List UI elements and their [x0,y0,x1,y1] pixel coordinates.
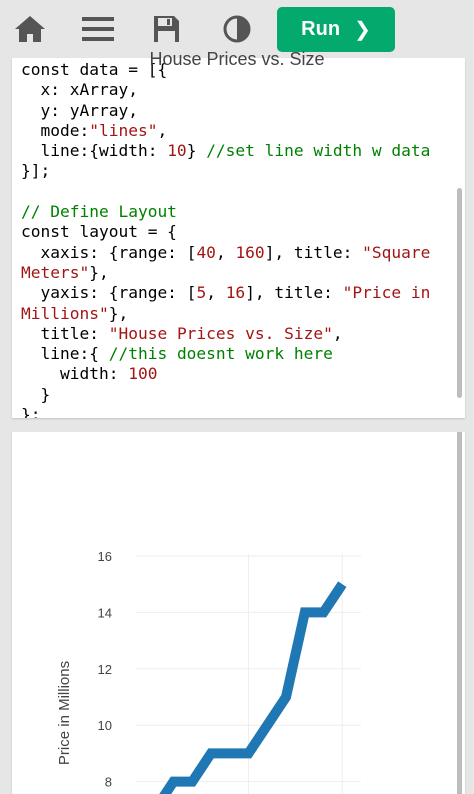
y-tick-label: 10 [98,718,112,733]
y-axis-title: Price in Millions [56,661,73,765]
code-text[interactable]: const data = [{ x: xArray, y: yArray, mo… [21,60,430,418]
home-icon[interactable] [10,9,50,49]
chevron-right-icon: ❯ [354,19,371,41]
result-scrollbar[interactable] [457,432,462,794]
run-button[interactable]: Run ❯ [277,7,395,52]
y-tick-label: 8 [105,775,112,790]
menu-icon[interactable] [78,9,118,49]
y-tick-label: 12 [98,662,112,677]
chart-title: House Prices vs. Size [149,49,325,69]
code-editor[interactable]: const data = [{ x: xArray, y: yArray, mo… [12,58,465,418]
y-tick-label: 14 [98,605,112,620]
y-tick-label: 16 [98,549,112,564]
run-button-label: Run [301,18,341,40]
contrast-icon[interactable] [215,9,255,49]
code-scrollbar[interactable] [457,188,462,398]
result-panel: 8 10 12 14 16 Price in Millions [12,432,465,794]
save-icon[interactable] [146,9,186,49]
chart: 8 10 12 14 16 Price in Millions [56,549,361,794]
